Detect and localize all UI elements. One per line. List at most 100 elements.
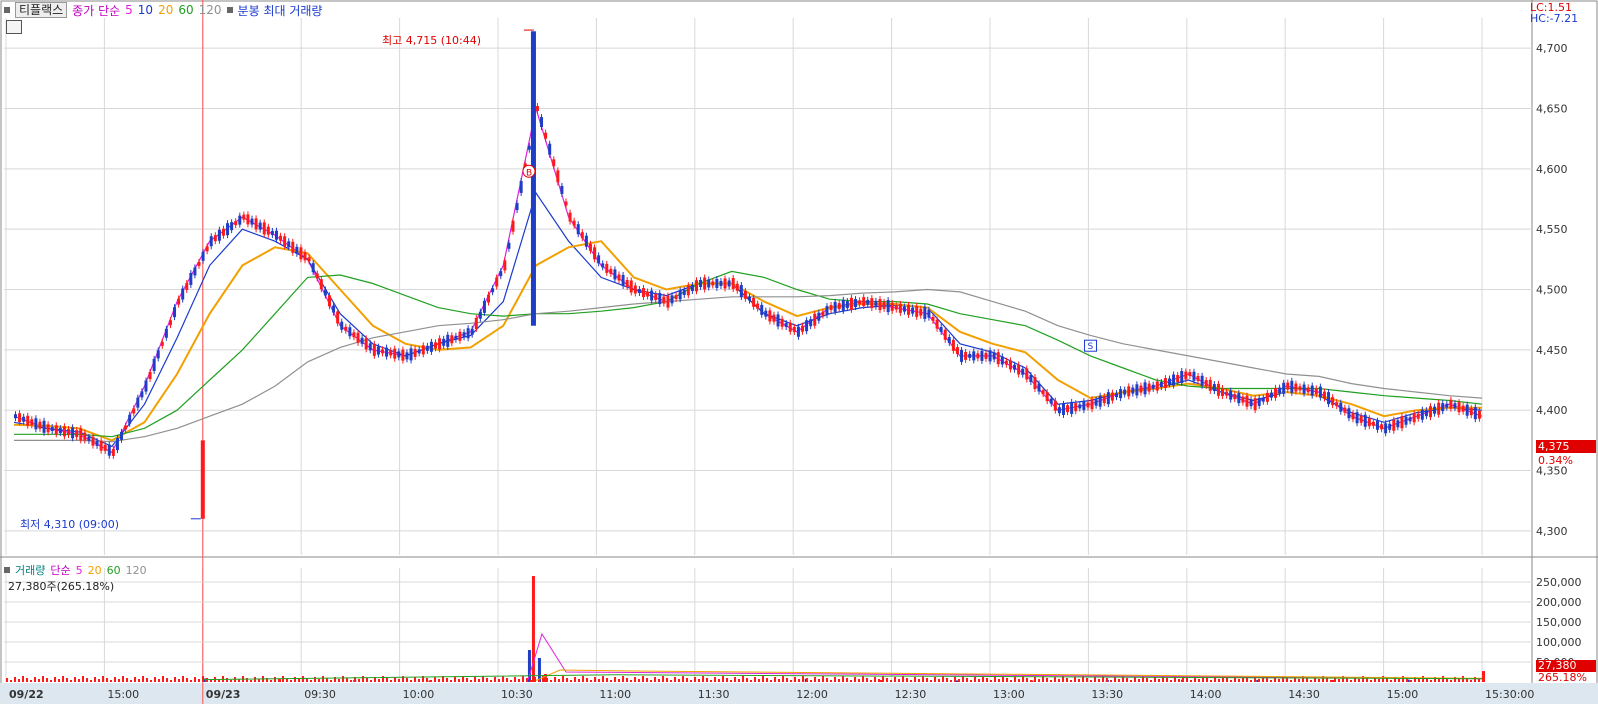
candle-body xyxy=(148,371,152,379)
candle-body xyxy=(14,414,17,419)
volume-bar-minor xyxy=(1078,679,1080,682)
candle-body xyxy=(1457,402,1461,413)
candle-body xyxy=(1204,380,1208,387)
volume-bar-minor xyxy=(270,680,272,682)
candle-body xyxy=(1465,404,1469,416)
volume-tick-label: 100,000 xyxy=(1536,636,1582,649)
volume-bar-minor xyxy=(1358,679,1360,682)
volume-bar-minor xyxy=(618,679,620,682)
candle-body xyxy=(572,220,576,226)
candle-body xyxy=(1143,382,1147,395)
candle-body xyxy=(809,319,813,327)
ma-line-60 xyxy=(14,270,1483,438)
candle-body xyxy=(132,408,136,414)
volume-bar-minor xyxy=(1290,680,1292,682)
volume-bar-minor xyxy=(1410,680,1412,682)
candle-body xyxy=(1115,393,1118,398)
candle-body xyxy=(1188,371,1192,376)
volume-bar-minor xyxy=(1110,680,1112,682)
candle-body xyxy=(1086,402,1090,408)
candle-body xyxy=(120,431,124,440)
candle-body xyxy=(487,294,491,303)
volume-bar-minor xyxy=(494,677,496,682)
volume-bar-minor xyxy=(1150,680,1152,682)
volume-bar-minor xyxy=(66,678,68,682)
candle-body xyxy=(1441,403,1445,412)
volume-tick-label: 250,000 xyxy=(1536,576,1582,589)
candle-body xyxy=(1339,402,1343,412)
volume-bar-minor xyxy=(358,679,360,682)
volume-bar-minor xyxy=(674,677,676,682)
time-tick-label: 09/23 xyxy=(206,688,241,701)
volume-bar-minor xyxy=(6,678,8,682)
candle-body xyxy=(658,293,662,305)
stock-name[interactable]: 티플랙스 xyxy=(15,2,68,18)
candle-body xyxy=(1045,392,1049,402)
candle-body xyxy=(1388,423,1392,430)
volume-bar-minor xyxy=(426,678,428,682)
candle-body xyxy=(1139,385,1143,393)
candle-body xyxy=(919,308,923,316)
candle-body xyxy=(1216,383,1220,396)
volume-bar-minor xyxy=(602,676,604,682)
candle-body xyxy=(258,222,262,230)
candle-body xyxy=(1090,399,1094,410)
candle-body xyxy=(327,295,331,307)
candle-body xyxy=(507,242,511,249)
candle-body xyxy=(556,170,560,183)
legend-handle[interactable] xyxy=(4,567,10,573)
candle-body xyxy=(332,305,336,313)
volume-bar-minor xyxy=(454,677,456,682)
candle-body xyxy=(976,353,980,359)
volume-bar-minor xyxy=(530,680,532,682)
legend-handle[interactable] xyxy=(4,7,10,13)
candle-body xyxy=(193,267,197,276)
candle-body xyxy=(829,305,833,311)
candle-body xyxy=(756,303,760,309)
vol-ma60-label: 60 xyxy=(106,563,121,577)
volume-bar-minor xyxy=(550,680,552,682)
vol-ma5-label: 5 xyxy=(75,563,83,577)
candle-body xyxy=(1314,388,1318,395)
candle-body xyxy=(1163,378,1167,389)
high-annotation: 최고 4,715 (10:44) xyxy=(382,34,482,47)
candle-body xyxy=(1371,421,1375,426)
candle-body xyxy=(311,263,315,273)
volume-bar-minor xyxy=(1246,678,1248,682)
candle-body xyxy=(1249,399,1253,407)
volume-bar-minor xyxy=(614,677,616,682)
max-volume-label: 분봉 최대 거래량 xyxy=(237,3,323,18)
candle-body xyxy=(1367,418,1371,427)
candle-body xyxy=(279,235,283,241)
candle-body xyxy=(173,307,177,318)
candle-body xyxy=(1396,420,1400,428)
volume-bar-minor xyxy=(86,678,88,682)
candle-body xyxy=(499,271,503,277)
volume-bar xyxy=(1482,671,1485,682)
volume-bar-minor xyxy=(1470,680,1472,682)
volume-bar-minor xyxy=(110,680,112,682)
volume-bar-minor xyxy=(742,676,744,682)
volume-bar-minor xyxy=(838,679,840,682)
volume-readout: 27,380주(265.18%) xyxy=(8,580,115,593)
time-tick-label: 10:00 xyxy=(403,688,435,701)
time-tick-label: 13:30 xyxy=(1091,688,1123,701)
candle-body xyxy=(348,327,352,337)
candle-body xyxy=(739,285,743,298)
ma5-label: 5 xyxy=(125,3,133,17)
candle-body xyxy=(470,328,474,335)
volume-bar-minor xyxy=(466,678,468,682)
candle-body xyxy=(674,295,678,300)
candle-body xyxy=(560,185,564,194)
candle-body xyxy=(368,343,372,351)
volume-bar-minor xyxy=(726,678,728,682)
candle-body xyxy=(1265,392,1269,402)
volume-bar-minor xyxy=(94,677,96,682)
candle-body xyxy=(1008,360,1012,370)
volume-bar-minor xyxy=(638,679,640,682)
calculator-icon[interactable] xyxy=(6,20,22,34)
volume-bar-minor xyxy=(622,676,624,682)
candle-body xyxy=(26,415,30,426)
volume-bar-minor xyxy=(910,680,912,682)
volume-bar-minor xyxy=(978,679,980,682)
